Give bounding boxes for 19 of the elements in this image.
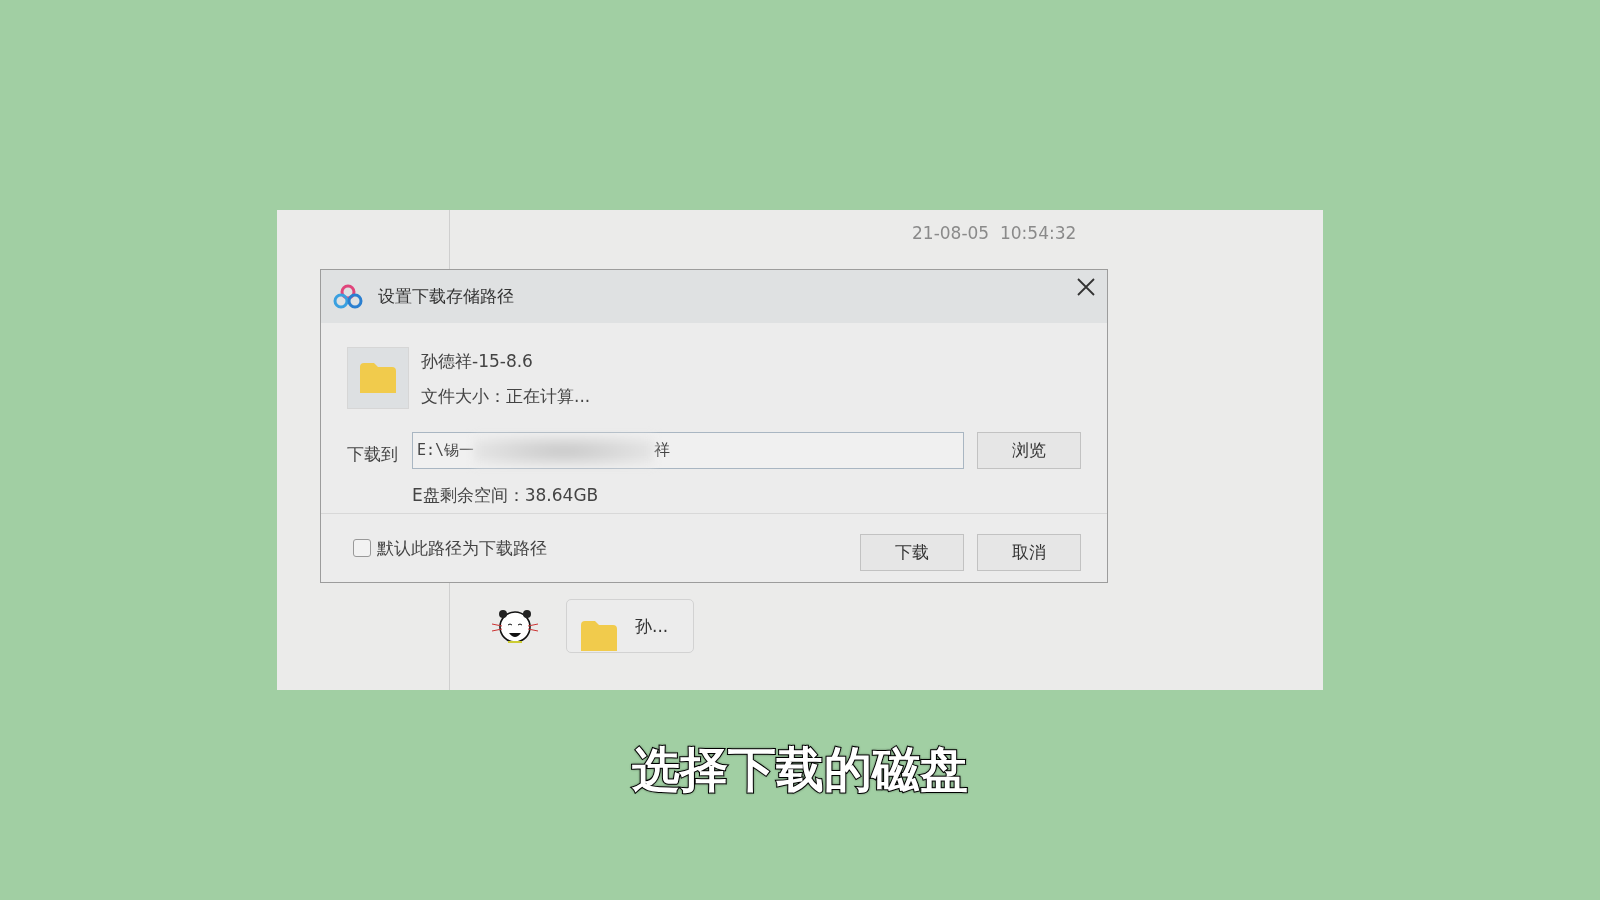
cloud-logo-icon: [333, 283, 363, 310]
free-space-text: E盘剩余空间：38.64GB: [412, 484, 600, 507]
checkbox-label: 默认此路径为下载路径: [377, 536, 547, 560]
folder-icon: [359, 363, 397, 393]
dialog-title: 设置下载存储路径: [378, 285, 514, 308]
message-timestamp: 21-08-05 10:54:32: [912, 223, 1077, 243]
download-button[interactable]: 下载: [860, 533, 964, 571]
close-icon[interactable]: [1077, 278, 1095, 296]
file-name: 孙...: [635, 614, 669, 638]
folder-icon: [581, 621, 617, 651]
file-size: 文件大小：正在计算...: [421, 385, 591, 408]
file-message-bubble[interactable]: 孙...: [566, 599, 694, 653]
cancel-button[interactable]: 取消: [977, 533, 1081, 571]
save-to-label: 下载到: [347, 443, 399, 466]
video-subtitle: 选择下载的磁盘: [632, 740, 968, 799]
path-field[interactable]: E:\锡一 祥: [412, 432, 964, 469]
checkbox[interactable]: [353, 539, 371, 557]
file-name: 孙德祥-15-8.6: [421, 350, 534, 373]
browse-button[interactable]: 浏览: [977, 432, 1081, 469]
